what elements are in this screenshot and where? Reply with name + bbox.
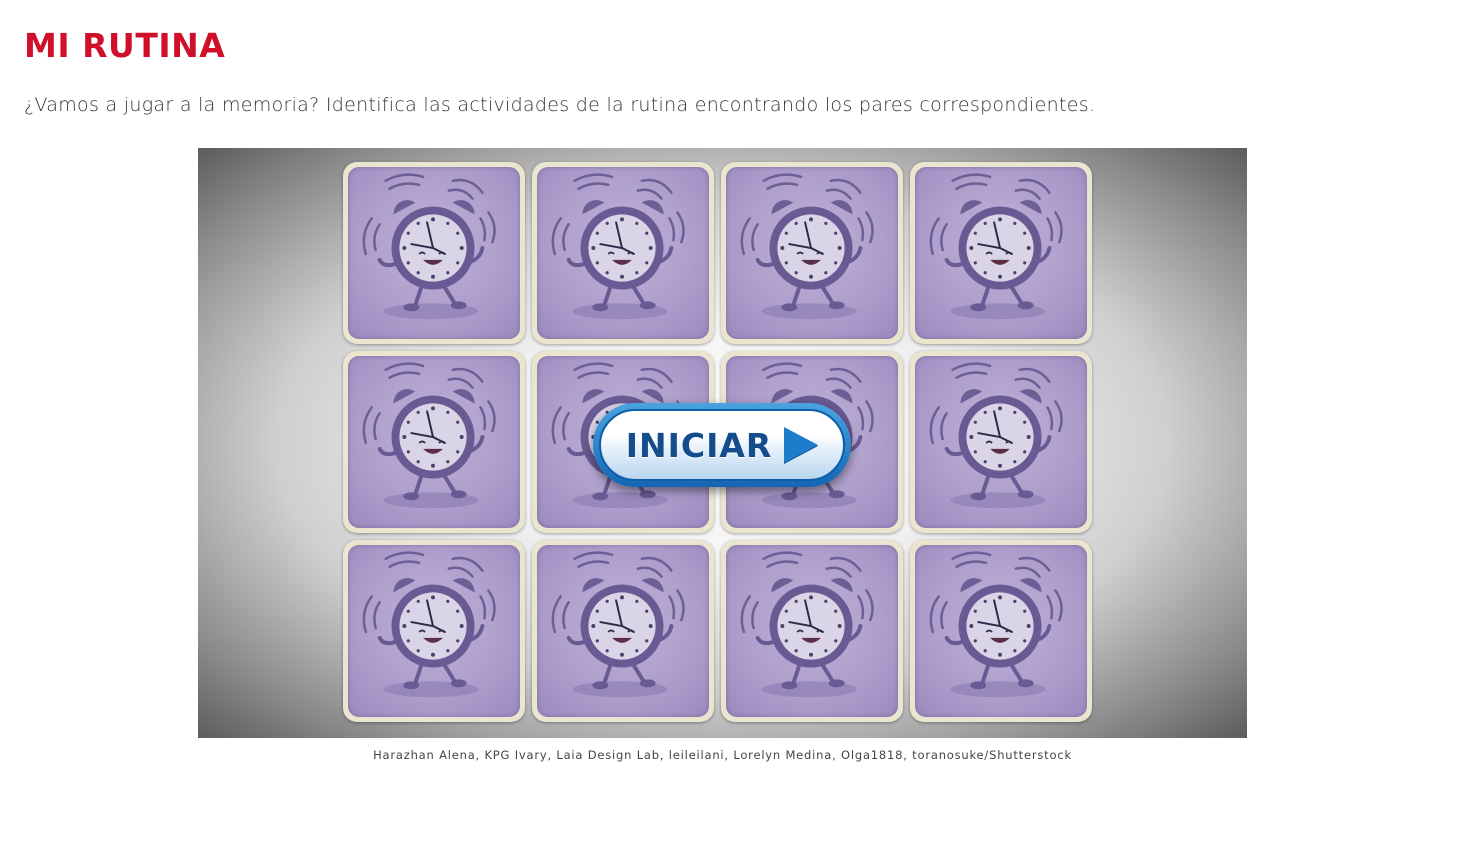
memory-card[interactable] <box>343 162 525 344</box>
memory-card[interactable] <box>910 351 1092 533</box>
alarm-clock-character-icon <box>917 356 1085 529</box>
card-back <box>537 545 709 717</box>
card-back <box>915 356 1087 528</box>
card-back <box>726 167 898 339</box>
alarm-clock-character-icon <box>917 167 1085 340</box>
alarm-clock-character-icon <box>350 356 518 529</box>
play-icon <box>784 427 819 463</box>
alarm-clock-character-icon <box>539 545 707 718</box>
card-back <box>348 545 520 717</box>
alarm-clock-character-icon <box>728 167 896 340</box>
card-back <box>348 356 520 528</box>
memory-card[interactable] <box>721 540 903 722</box>
memory-card[interactable] <box>343 540 525 722</box>
alarm-clock-character-icon <box>728 545 896 718</box>
start-button-label: INICIAR <box>625 425 773 465</box>
card-back <box>726 545 898 717</box>
card-back <box>537 167 709 339</box>
alarm-clock-character-icon <box>917 545 1085 718</box>
page-title: MI RUTINA <box>24 26 226 65</box>
card-back <box>915 167 1087 339</box>
memory-card[interactable] <box>532 162 714 344</box>
start-button[interactable]: INICIAR <box>593 403 851 487</box>
memory-card[interactable] <box>721 162 903 344</box>
alarm-clock-character-icon <box>539 167 707 340</box>
alarm-clock-character-icon <box>350 545 518 718</box>
memory-card[interactable] <box>532 540 714 722</box>
memory-card[interactable] <box>910 162 1092 344</box>
image-credits: Harazhan Alena, KPG Ivary, Laia Design L… <box>373 748 1072 762</box>
start-button-face[interactable]: INICIAR <box>599 409 845 481</box>
card-back <box>915 545 1087 717</box>
card-back <box>348 167 520 339</box>
instructions-text: ¿Vamos a jugar a la memoria? Identifica … <box>24 94 1096 116</box>
memory-card[interactable] <box>343 351 525 533</box>
memory-card[interactable] <box>910 540 1092 722</box>
memory-game: INICIAR <box>198 148 1247 738</box>
alarm-clock-character-icon <box>350 167 518 340</box>
